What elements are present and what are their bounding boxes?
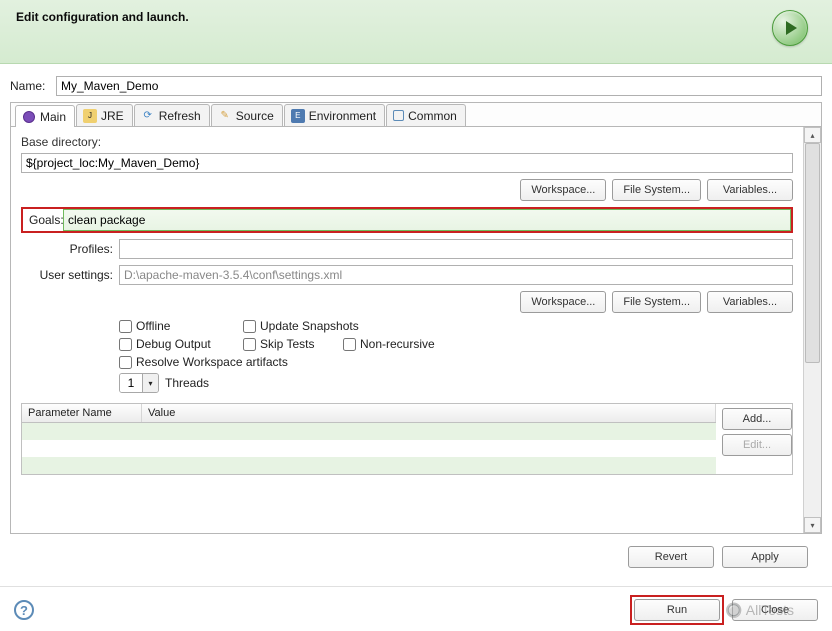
update-snapshots-label: Update Snapshots bbox=[260, 319, 359, 333]
main-tab-icon bbox=[22, 110, 36, 124]
profiles-input[interactable] bbox=[119, 239, 793, 259]
tab-jre[interactable]: J JRE bbox=[76, 104, 133, 126]
tab-main[interactable]: Main bbox=[15, 105, 75, 127]
resolve-workspace-checkbox[interactable] bbox=[119, 356, 132, 369]
variables-button[interactable]: Variables... bbox=[707, 179, 793, 201]
scroll-down-icon[interactable]: ▾ bbox=[804, 517, 821, 533]
tab-label: JRE bbox=[101, 109, 124, 123]
base-dir-label: Base directory: bbox=[21, 135, 793, 149]
workspace-button-2[interactable]: Workspace... bbox=[520, 291, 606, 313]
apply-button[interactable]: Apply bbox=[722, 546, 808, 568]
help-icon[interactable]: ? bbox=[14, 600, 34, 620]
non-recursive-label: Non-recursive bbox=[360, 337, 435, 351]
profiles-label: Profiles: bbox=[21, 242, 113, 256]
workspace-button[interactable]: Workspace... bbox=[520, 179, 606, 201]
tab-label: Common bbox=[408, 109, 457, 123]
run-icon bbox=[772, 10, 808, 46]
tab-label: Refresh bbox=[159, 109, 201, 123]
threads-spinner[interactable]: ▾ bbox=[119, 373, 159, 393]
tab-bar: Main J JRE ⟳ Refresh ✎ Source E Environm… bbox=[11, 103, 821, 127]
tab-environment[interactable]: E Environment bbox=[284, 104, 385, 126]
filesystem-button-2[interactable]: File System... bbox=[612, 291, 701, 313]
user-settings-label: User settings: bbox=[21, 268, 113, 282]
run-highlight: Run bbox=[630, 595, 724, 625]
source-tab-icon: ✎ bbox=[218, 109, 232, 123]
close-button[interactable]: Close bbox=[732, 599, 818, 621]
tab-label: Main bbox=[40, 110, 66, 124]
debug-output-checkbox[interactable] bbox=[119, 338, 132, 351]
header-banner: Edit configuration and launch. bbox=[0, 0, 832, 64]
skip-tests-checkbox[interactable] bbox=[243, 338, 256, 351]
table-row[interactable] bbox=[22, 423, 716, 440]
name-label: Name: bbox=[10, 79, 50, 93]
scroll-thumb[interactable] bbox=[805, 143, 820, 363]
table-row[interactable] bbox=[22, 457, 716, 474]
params-table-body[interactable] bbox=[22, 423, 716, 474]
resolve-workspace-label: Resolve Workspace artifacts bbox=[136, 355, 288, 369]
threads-label: Threads bbox=[165, 376, 209, 390]
table-row[interactable] bbox=[22, 440, 716, 457]
revert-button[interactable]: Revert bbox=[628, 546, 714, 568]
jre-tab-icon: J bbox=[83, 109, 97, 123]
common-tab-icon bbox=[393, 110, 404, 121]
edit-button: Edit... bbox=[722, 434, 792, 456]
chevron-down-icon[interactable]: ▾ bbox=[142, 374, 158, 392]
tab-label: Source bbox=[236, 109, 274, 123]
tab-source[interactable]: ✎ Source bbox=[211, 104, 283, 126]
tab-label: Environment bbox=[309, 109, 376, 123]
col-value[interactable]: Value bbox=[142, 404, 716, 422]
vertical-scrollbar[interactable]: ▴ ▾ bbox=[803, 127, 821, 533]
user-settings-input[interactable] bbox=[119, 265, 793, 285]
col-parameter-name[interactable]: Parameter Name bbox=[22, 404, 142, 422]
goals-label: Goals: bbox=[23, 209, 63, 231]
tab-refresh[interactable]: ⟳ Refresh bbox=[134, 104, 210, 126]
run-button[interactable]: Run bbox=[634, 599, 720, 621]
offline-label: Offline bbox=[136, 319, 170, 333]
non-recursive-checkbox[interactable] bbox=[343, 338, 356, 351]
scroll-up-icon[interactable]: ▴ bbox=[804, 127, 821, 143]
params-table-header: Parameter Name Value bbox=[22, 404, 716, 423]
env-tab-icon: E bbox=[291, 109, 305, 123]
name-input[interactable] bbox=[56, 76, 822, 96]
play-triangle-icon bbox=[786, 21, 797, 35]
tab-common[interactable]: Common bbox=[386, 104, 466, 126]
add-button[interactable]: Add... bbox=[722, 408, 792, 430]
update-snapshots-checkbox[interactable] bbox=[243, 320, 256, 333]
header-title: Edit configuration and launch. bbox=[16, 10, 189, 24]
filesystem-button[interactable]: File System... bbox=[612, 179, 701, 201]
variables-button-2[interactable]: Variables... bbox=[707, 291, 793, 313]
threads-value[interactable] bbox=[120, 374, 142, 392]
refresh-tab-icon: ⟳ bbox=[141, 109, 155, 123]
base-dir-input[interactable] bbox=[21, 153, 793, 173]
offline-checkbox[interactable] bbox=[119, 320, 132, 333]
goals-input[interactable] bbox=[63, 209, 791, 231]
skip-tests-label: Skip Tests bbox=[260, 337, 314, 351]
debug-output-label: Debug Output bbox=[136, 337, 211, 351]
